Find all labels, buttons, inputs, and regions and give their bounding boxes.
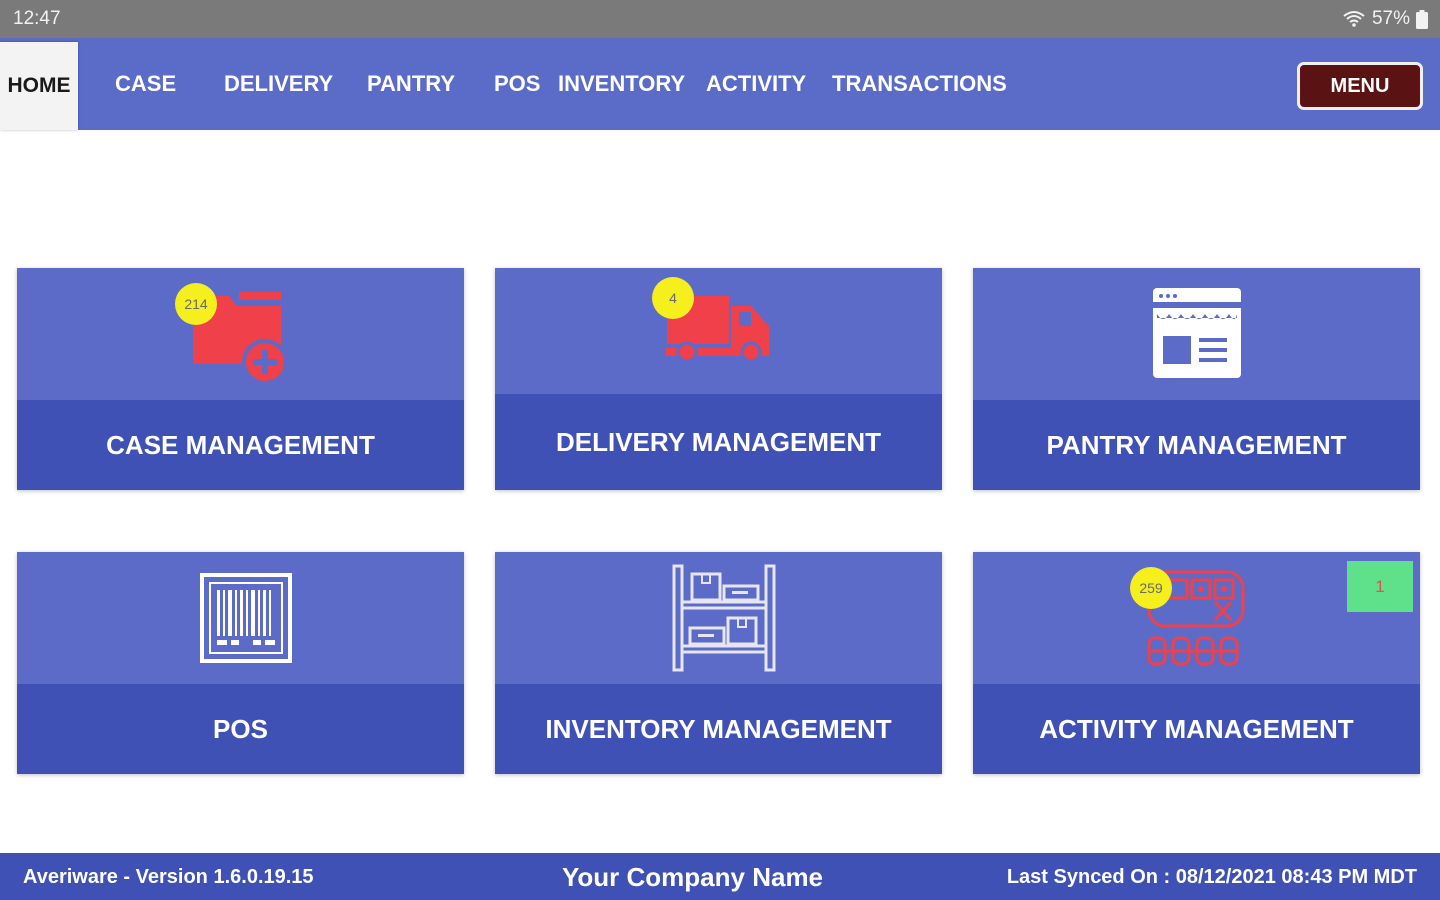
tile-activity-management[interactable]: 259 1 ACTIVITY MANAGEMENT — [973, 552, 1420, 774]
tile-label: PANTRY MANAGEMENT — [973, 400, 1420, 490]
company-name: Your Company Name — [562, 862, 824, 892]
tile-pos[interactable]: POS — [17, 552, 464, 774]
tab-pos[interactable]: POS — [494, 38, 540, 130]
battery-icon — [1416, 9, 1428, 29]
wifi-icon — [1343, 11, 1365, 27]
tile-label: POS — [17, 684, 464, 774]
app-version: Averiware - Version 1.6.0.19.15 — [23, 866, 314, 888]
tab-home[interactable]: HOME — [0, 42, 78, 130]
battery-percent: 57% — [1371, 8, 1410, 29]
tile-delivery-management[interactable]: 4 DELIVERY MANAGEMENT — [495, 268, 942, 490]
tile-label: CASE MANAGEMENT — [17, 400, 464, 490]
tile-case-management[interactable]: 214 CASE MANAGEMENT — [17, 268, 464, 490]
status-bar: 12:47 57% — [0, 0, 1440, 38]
storefront-icon — [1153, 288, 1241, 378]
barcode-icon — [200, 573, 292, 663]
tile-inventory-management[interactable]: INVENTORY MANAGEMENT — [495, 552, 942, 774]
last-synced: Last Synced On : 08/12/2021 08:43 PM MDT — [1006, 866, 1417, 888]
top-nav: HOME CASE DELIVERY PANTRY POS INVENTORY … — [0, 38, 1440, 130]
tab-activity[interactable]: ACTIVITY — [706, 38, 806, 130]
activity-count-badge: 259 — [1130, 567, 1172, 609]
status-indicators: 57% — [1342, 8, 1428, 30]
menu-button[interactable]: MENU — [1297, 62, 1423, 110]
case-count-badge: 214 — [175, 283, 217, 325]
tab-pantry[interactable]: PANTRY — [367, 38, 455, 130]
tile-pantry-management[interactable]: PANTRY MANAGEMENT — [973, 268, 1420, 490]
warehouse-shelves-icon — [672, 564, 776, 672]
tile-label: INVENTORY MANAGEMENT — [495, 684, 942, 774]
tab-delivery[interactable]: DELIVERY — [224, 38, 333, 130]
tile-label: DELIVERY MANAGEMENT — [495, 394, 942, 490]
status-time: 12:47 — [13, 8, 61, 29]
tab-inventory[interactable]: INVENTORY — [558, 38, 685, 130]
footer-bar: Averiware - Version 1.6.0.19.15 Your Com… — [0, 853, 1440, 900]
activity-extra-badge: 1 — [1347, 561, 1413, 612]
tab-transactions[interactable]: TRANSACTIONS — [832, 38, 1007, 130]
delivery-count-badge: 4 — [652, 277, 694, 319]
tile-label: ACTIVITY MANAGEMENT — [973, 684, 1420, 774]
tab-case[interactable]: CASE — [115, 38, 176, 130]
